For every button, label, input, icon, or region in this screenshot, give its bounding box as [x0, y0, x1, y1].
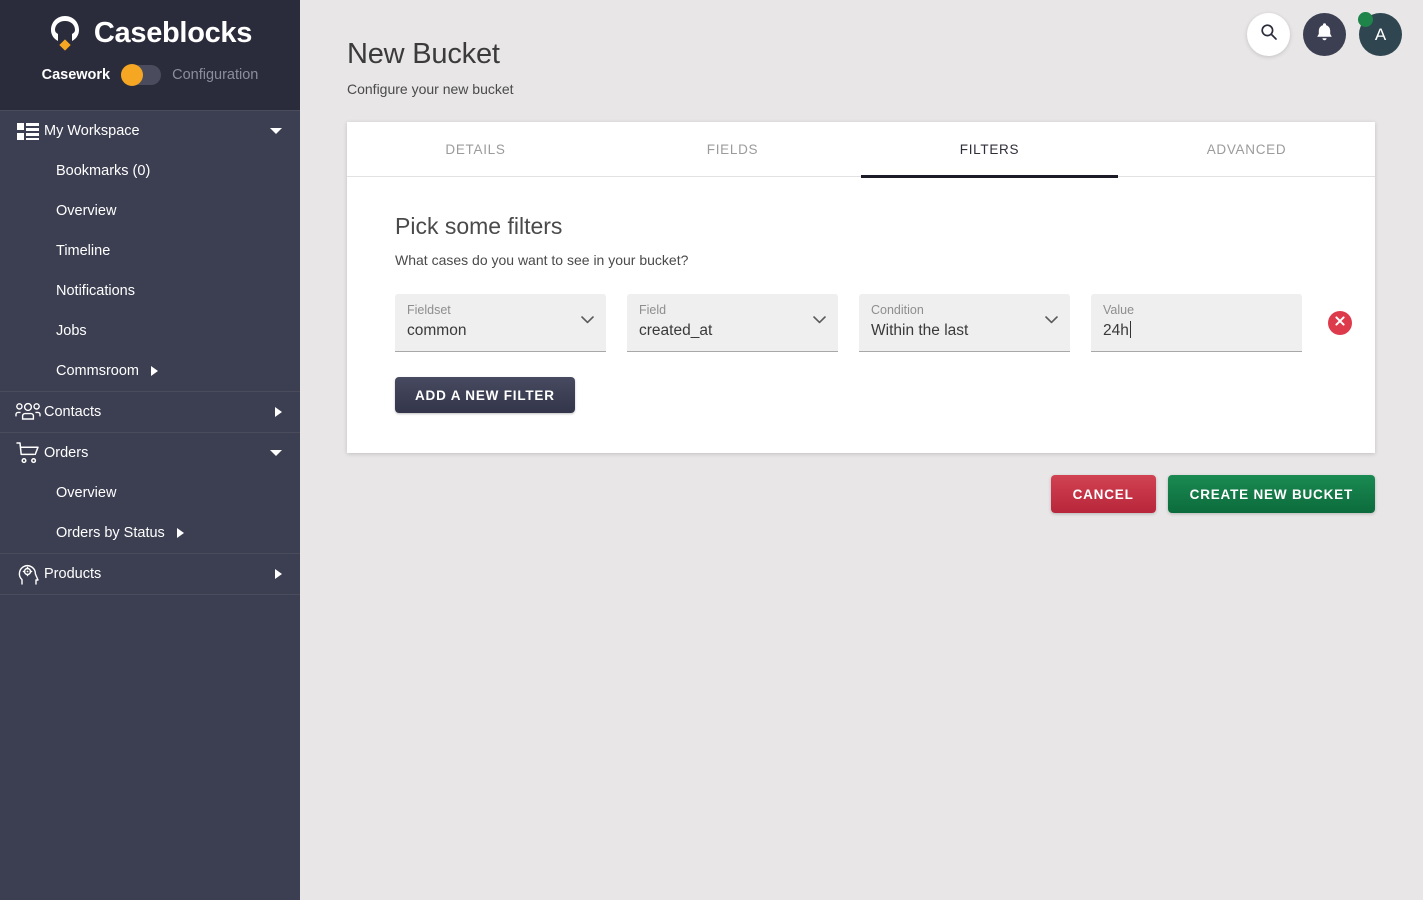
brand-header: Caseblocks Casework Configuration [0, 0, 300, 110]
shopping-cart-icon [12, 441, 44, 465]
sidebar-item-contacts[interactable]: Contacts [0, 392, 300, 432]
grid-list-icon [12, 122, 44, 140]
tab-label: ADVANCED [1206, 142, 1287, 157]
chevron-right-icon[interactable] [150, 366, 158, 376]
nav-group-products: Products [0, 554, 300, 595]
text-caret [1129, 321, 1131, 338]
filters-subheading: What cases do you want to see in your bu… [395, 252, 689, 268]
condition-select-label: Condition [871, 303, 924, 317]
sidebar-item-products[interactable]: Products [0, 554, 300, 594]
sidebar-item-notifications[interactable]: Notifications [0, 271, 300, 311]
create-new-bucket-button[interactable]: CREATE NEW BUCKET [1167, 475, 1375, 513]
tab-filters[interactable]: FILTERS [861, 122, 1118, 178]
bucket-config-card: DETAILS FIELDS FILTERS ADVANCED Pick som… [347, 122, 1375, 453]
sidebar-item-label: Bookmarks (0) [56, 163, 151, 179]
page-subtitle: Configure your new bucket [347, 81, 514, 97]
sidebar-item-label: Orders [44, 445, 89, 461]
search-button[interactable] [1247, 13, 1290, 56]
app-root: Caseblocks Casework Configuration My Wor… [0, 0, 1423, 900]
chevron-down-icon[interactable] [581, 316, 594, 324]
sidebar-item-overview-orders[interactable]: Overview [0, 473, 300, 513]
toggle-label-casework[interactable]: Casework [42, 67, 111, 83]
sidebar-item-orders[interactable]: Orders [0, 433, 300, 473]
fieldset-select-value: common [407, 322, 467, 339]
tab-label: DETAILS [445, 142, 506, 157]
filter-row: Fieldset common Field created_at Conditi… [395, 294, 1352, 352]
field-select-label: Field [639, 303, 667, 317]
value-input-text-wrap: 24h [1103, 319, 1290, 343]
close-circle-icon [1334, 314, 1346, 332]
footer-actions: CANCEL CREATE NEW BUCKET [300, 475, 1375, 513]
horseshoe-diamond-logo-icon [48, 13, 82, 53]
sidebar-item-timeline[interactable]: Timeline [0, 231, 300, 271]
sidebar-item-label: Jobs [56, 323, 87, 339]
chevron-down-icon[interactable] [1045, 316, 1058, 324]
tab-advanced[interactable]: ADVANCED [1118, 122, 1375, 177]
sidebar-item-label: Overview [56, 203, 117, 219]
tab-details[interactable]: DETAILS [347, 122, 604, 177]
chevron-down-icon[interactable] [270, 450, 282, 456]
remove-filter-button[interactable] [1328, 311, 1352, 335]
sidebar-item-label: Contacts [44, 404, 102, 420]
sidebar-item-label: Notifications [56, 283, 135, 299]
head-gear-icon [12, 562, 44, 586]
sidebar-nav: My Workspace Bookmarks (0) Overview Time… [0, 110, 300, 900]
chevron-right-icon[interactable] [176, 528, 184, 538]
toggle-label-configuration[interactable]: Configuration [172, 67, 258, 83]
chevron-right-icon[interactable] [275, 569, 282, 579]
main-content: A New Bucket Configure your new bucket D… [300, 0, 1423, 900]
add-new-filter-button[interactable]: ADD A NEW FILTER [395, 377, 575, 413]
people-group-icon [12, 402, 44, 422]
sidebar-item-label: Orders by Status [56, 525, 165, 541]
value-input[interactable]: Value 24h [1091, 294, 1302, 352]
sidebar-item-overview-workspace[interactable]: Overview [0, 191, 300, 231]
sidebar-item-bookmarks[interactable]: Bookmarks (0) [0, 151, 300, 191]
avatar-initial: A [1374, 24, 1387, 44]
tab-bar: DETAILS FIELDS FILTERS ADVANCED [347, 122, 1375, 178]
condition-select[interactable]: Condition Within the last [859, 294, 1070, 352]
nav-group-orders: Orders Overview Orders by Status [0, 433, 300, 554]
status-badge [1358, 12, 1373, 27]
sidebar-item-jobs[interactable]: Jobs [0, 311, 300, 351]
avatar[interactable]: A [1358, 12, 1402, 56]
sidebar: Caseblocks Casework Configuration My Wor… [0, 0, 300, 900]
sidebar-item-commsroom[interactable]: Commsroom [0, 351, 300, 391]
fieldset-select-label: Fieldset [407, 303, 451, 317]
filters-heading: Pick some filters [395, 213, 563, 239]
filters-panel: Pick some filters What cases do you want… [347, 177, 1375, 453]
chevron-right-icon[interactable] [275, 407, 282, 417]
field-select[interactable]: Field created_at [627, 294, 838, 352]
mode-toggle-switch[interactable] [121, 64, 162, 86]
value-input-value: 24h [1103, 322, 1129, 339]
notifications-button[interactable] [1303, 13, 1346, 56]
fieldset-select[interactable]: Fieldset common [395, 294, 606, 352]
sidebar-item-label: Timeline [56, 243, 111, 259]
nav-group-contacts: Contacts [0, 392, 300, 433]
chevron-down-icon[interactable] [813, 316, 826, 324]
sidebar-item-label: Overview [56, 485, 117, 501]
toggle-knob [121, 64, 144, 86]
sidebar-item-my-workspace[interactable]: My Workspace [0, 111, 300, 151]
condition-select-value: Within the last [871, 322, 969, 339]
tab-label: FIELDS [706, 142, 759, 157]
sidebar-item-orders-by-status[interactable]: Orders by Status [0, 513, 300, 553]
sidebar-item-label: My Workspace [44, 123, 140, 139]
sidebar-item-label: Products [44, 566, 102, 582]
value-input-label: Value [1103, 303, 1135, 317]
sidebar-item-label: Commsroom [56, 363, 139, 379]
tab-fields[interactable]: FIELDS [604, 122, 861, 177]
mode-toggle[interactable]: Casework Configuration [42, 64, 258, 86]
nav-group-my-workspace: My Workspace Bookmarks (0) Overview Time… [0, 110, 300, 392]
tab-label: FILTERS [959, 142, 1020, 157]
brand-name: Caseblocks [93, 16, 253, 49]
bell-icon [1315, 22, 1334, 47]
chevron-down-icon[interactable] [270, 128, 282, 134]
search-icon [1260, 23, 1278, 46]
brand-row: Caseblocks [48, 13, 252, 53]
topbar-actions: A [1247, 12, 1402, 56]
field-select-value: created_at [639, 322, 713, 339]
cancel-button[interactable]: CANCEL [1050, 475, 1156, 513]
